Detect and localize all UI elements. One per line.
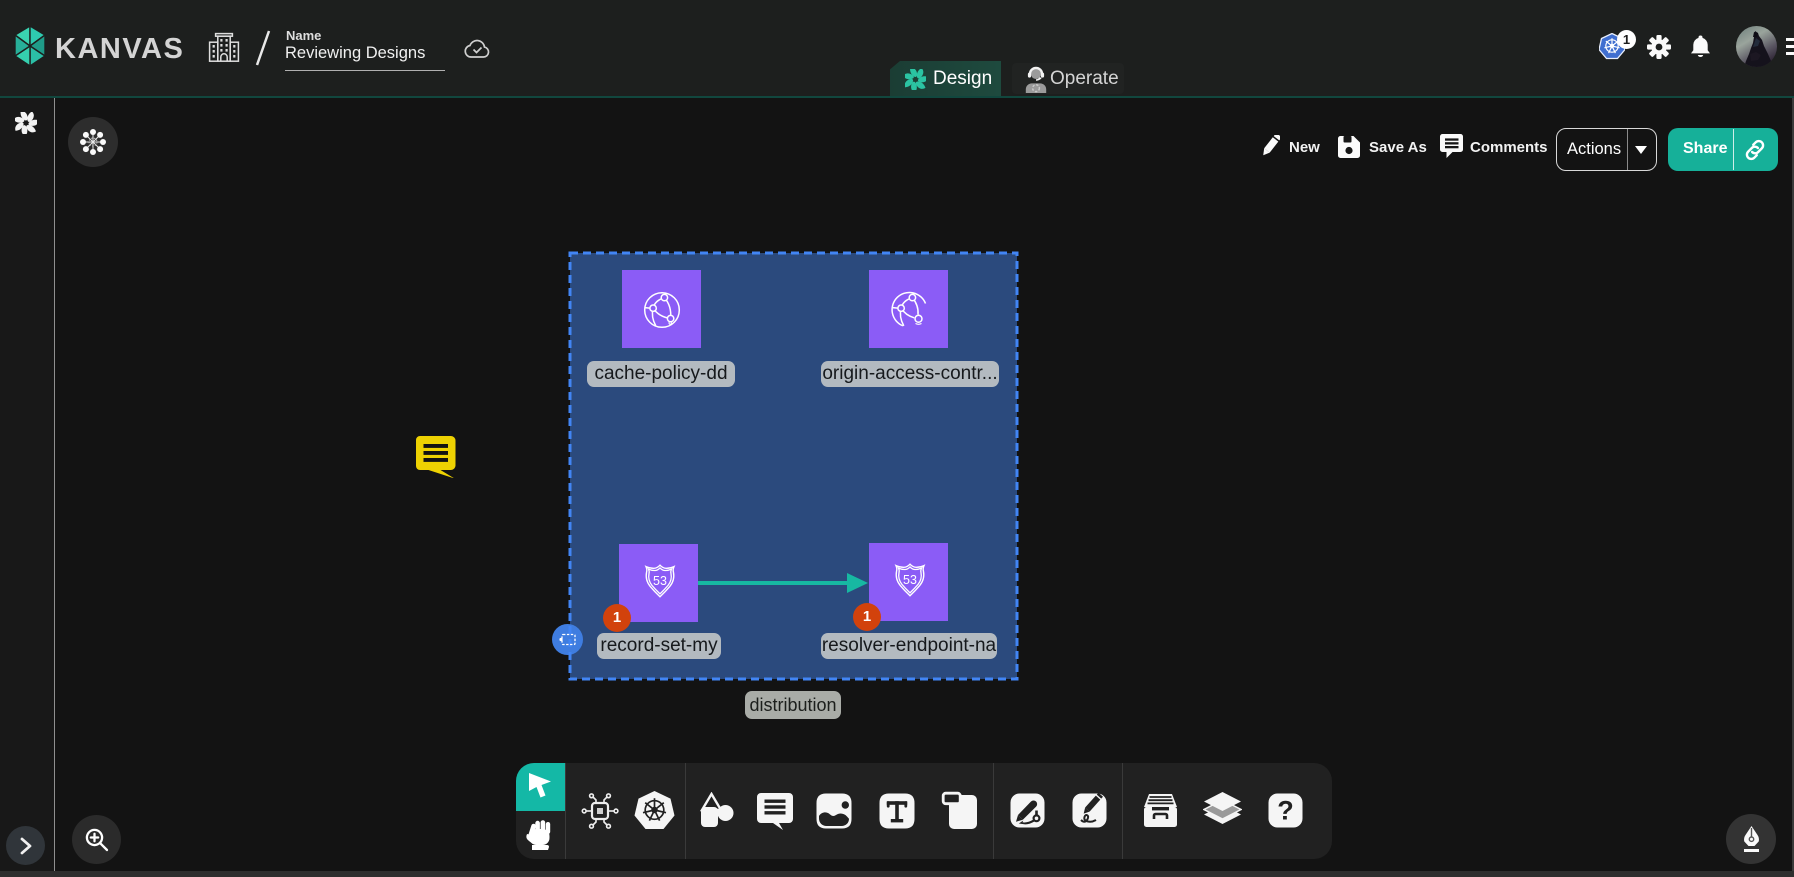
svg-text:53: 53 bbox=[653, 574, 667, 588]
svg-text:53: 53 bbox=[903, 573, 917, 587]
svg-text:?: ? bbox=[1277, 796, 1294, 826]
